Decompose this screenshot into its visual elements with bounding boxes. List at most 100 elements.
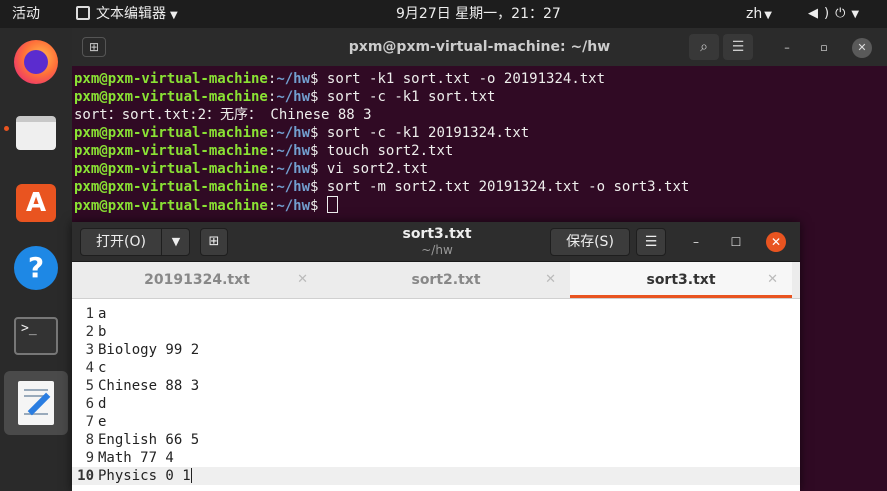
maximize-icon[interactable]: ▫ [814, 38, 834, 58]
prompt-user: pxm@pxm-virtual-machine [74, 125, 268, 141]
maximize-icon[interactable]: ☐ [726, 232, 746, 252]
search-icon[interactable]: ⌕ [689, 34, 719, 60]
line-number: 9 [85, 450, 94, 466]
prompt-path: ~/hw [276, 89, 311, 105]
text-editor-icon[interactable] [12, 379, 60, 427]
terminal-line: sort：sort.txt:2：无序： Chinese 88 3 [74, 106, 886, 124]
close-icon[interactable]: ✕ [766, 232, 786, 252]
minimize-icon[interactable]: – [777, 38, 797, 58]
line-content: Physics 0 1 [98, 468, 191, 484]
line-content: Math 77 4 [98, 450, 174, 466]
line-number: 1 [85, 306, 94, 322]
terminal-line: pxm@pxm-virtual-machine:~/hw$ vi sort2.t… [74, 161, 429, 177]
line-text: e [98, 413, 106, 431]
line-text: Chinese 88 3 [98, 377, 199, 395]
editor-line[interactable]: 7e [72, 413, 800, 431]
tab-label: 20191324.txt [144, 272, 250, 288]
editor-line[interactable]: 9 Math 77 4 [72, 449, 800, 467]
tab-label: sort3.txt [646, 272, 716, 288]
terminal-icon[interactable]: >_ [12, 313, 60, 361]
editor-text-area[interactable]: 1 a 2 b 3 Biology 99 2 4 c 5 Chinese 88 3 6 d 7 e 8 Eng… [72, 299, 800, 491]
text-editor-icon [76, 6, 90, 20]
command-text: touch sort2.txt [326, 143, 454, 159]
clock[interactable]: 9月27日 星期一，21：27 [396, 0, 561, 28]
desktop: 活动 文本编辑器 ▼ 9月27日 星期一，21：27 zh ▼ ◀)⏻▼ A ? >… [0, 0, 887, 491]
terminal-line: pxm@pxm-virtual-machine:~/hw$ sort -m so… [74, 179, 690, 195]
prompt-user: pxm@pxm-virtual-machine [74, 143, 268, 159]
line-text: b [98, 323, 106, 341]
open-button-label: 打开(O) [96, 234, 146, 250]
line-text: d [98, 395, 106, 413]
line-text: Biology 99 2 [98, 341, 199, 359]
document-tabs: 20191324.txt ✕ sort2.txt ✕ sort3.txt ✕ [72, 262, 800, 299]
files-icon[interactable] [12, 108, 60, 156]
command-text: sort -c -k1 sort.txt [326, 89, 496, 105]
tab-20191324[interactable]: 20191324.txt ✕ [72, 262, 322, 298]
line-number: 6 [85, 396, 94, 412]
line-number: 2 [85, 324, 94, 340]
terminal-output[interactable]: pxm@pxm-virtual-machine:~/hw$ sort -k1 s… [74, 70, 886, 215]
tab-close-icon[interactable]: ✕ [297, 262, 308, 298]
hamburger-menu-icon[interactable]: ☰ [723, 34, 753, 60]
current-line[interactable]: 10 Physics 0 1 [72, 467, 800, 485]
text-editor-window: 打开(O) ▼ ⊞ sort3.txt ~/hw 保存(S) ☰ – ☐ ✕ 2… [72, 222, 800, 491]
running-indicator [4, 126, 9, 131]
terminal-cursor [326, 196, 338, 213]
prompt-path: ~/hw [276, 71, 311, 87]
app-menu[interactable]: 文本编辑器 ▼ [76, 0, 178, 28]
open-button[interactable]: 打开(O) ▼ [80, 228, 190, 256]
line-number: 5 [85, 378, 94, 394]
line-content: c [98, 360, 107, 376]
line-content: a [98, 306, 107, 322]
tab-close-icon[interactable]: ✕ [767, 262, 778, 298]
editor-line[interactable]: 4c [72, 359, 800, 377]
terminal-titlebar: ⊞ pxm@pxm-virtual-machine: ~/hw ⌕ ☰ – ▫ … [72, 28, 887, 66]
tab-sort2[interactable]: sort2.txt ✕ [322, 262, 570, 298]
terminal-line: pxm@pxm-virtual-machine:~/hw$ sort -c -k… [74, 125, 530, 141]
editor-line[interactable]: 1a [72, 305, 800, 323]
line-number: 3 [85, 342, 94, 358]
tab-sort3[interactable]: sort3.txt ✕ [570, 262, 792, 298]
software-center-icon[interactable]: A [12, 178, 60, 226]
firefox-icon[interactable] [12, 38, 60, 86]
close-icon[interactable]: ✕ [852, 38, 872, 58]
command-text: vi sort2.txt [326, 161, 429, 177]
command-text: sort -c -k1 20191324.txt [326, 125, 530, 141]
line-content: e [98, 414, 107, 430]
editor-line[interactable]: 3 Biology 99 2 [72, 341, 800, 359]
line-content: d [98, 396, 107, 412]
hamburger-menu-icon[interactable]: ☰ [636, 228, 666, 256]
input-method-menu[interactable]: zh ▼ [746, 0, 772, 28]
line-content: English 66 5 [98, 432, 200, 448]
chevron-down-icon: ▼ [851, 9, 866, 20]
prompt-user: pxm@pxm-virtual-machine [74, 161, 268, 177]
line-text: c [98, 359, 106, 377]
app-menu-label: 文本编辑器 [96, 6, 166, 22]
volume-icon: ◀) [808, 6, 836, 21]
editor-headerbar: 打开(O) ▼ ⊞ sort3.txt ~/hw 保存(S) ☰ – ☐ ✕ [72, 222, 800, 262]
command-text: sort -m sort2.txt 20191324.txt -o sort3.… [326, 179, 690, 195]
tab-label: sort2.txt [411, 272, 481, 288]
terminal-line: pxm@pxm-virtual-machine:~/hw$ sort -c -k… [74, 89, 496, 105]
prompt-user: pxm@pxm-virtual-machine [74, 89, 268, 105]
chevron-down-icon: ▼ [764, 10, 772, 21]
line-number: 10 [77, 468, 94, 484]
chevron-down-icon[interactable]: ▼ [162, 229, 190, 255]
terminal-background [800, 222, 887, 491]
dock: A ? >_ [0, 28, 72, 491]
save-button[interactable]: 保存(S) [550, 228, 630, 256]
editor-line[interactable]: 6d [72, 395, 800, 413]
document-title: sort3.txt ~/hw [362, 226, 512, 258]
help-icon[interactable]: ? [12, 244, 60, 292]
editor-line[interactable]: 5 Chinese 88 3 [72, 377, 800, 395]
editor-line[interactable]: 2b [72, 323, 800, 341]
prompt-path: ~/hw [276, 179, 311, 195]
activities-button[interactable]: 活动 [12, 0, 40, 28]
line-content: Biology 99 2 [98, 342, 200, 358]
command-output: sort：sort.txt:2：无序： Chinese 88 3 [74, 107, 372, 123]
system-menu[interactable]: ◀)⏻▼ [808, 0, 865, 28]
minimize-icon[interactable]: – [686, 232, 706, 252]
new-document-icon[interactable]: ⊞ [200, 228, 228, 256]
editor-line[interactable]: 8 English 66 5 [72, 431, 800, 449]
tab-close-icon[interactable]: ✕ [545, 262, 556, 298]
